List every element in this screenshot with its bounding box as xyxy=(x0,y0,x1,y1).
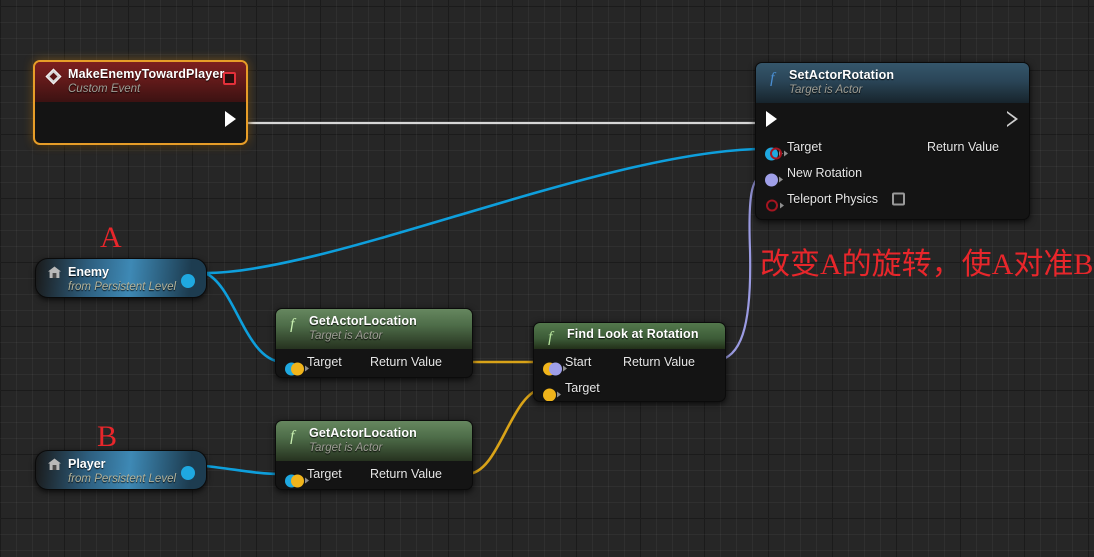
level-actor-house-icon xyxy=(47,457,62,472)
level-actor-house-icon xyxy=(47,265,62,280)
wire-player-to-getlocation-target xyxy=(204,464,283,476)
teleport-physics-checkbox[interactable] xyxy=(892,192,905,206)
node-body xyxy=(35,102,246,135)
varnode-title: Player xyxy=(68,457,106,471)
node-header: f SetActorRotation Target is Actor xyxy=(756,63,1029,103)
pin-label-return-value: Return Value xyxy=(622,355,695,369)
pin-label-target: Target xyxy=(307,467,342,481)
exec-output-pin[interactable] xyxy=(225,110,236,127)
function-f-icon: f xyxy=(286,427,303,445)
node-title: SetActorRotation xyxy=(789,68,895,82)
annotation-label-b: B xyxy=(97,420,118,453)
node-subtitle: Custom Event xyxy=(68,83,141,95)
exec-output-pin[interactable] xyxy=(1007,110,1018,127)
pin-label-return-value: Return Value xyxy=(369,467,442,481)
function-f-icon: f xyxy=(286,315,303,333)
pin-label-teleport-physics: Teleport Physics xyxy=(787,192,879,206)
node-get-actor-location-enemy[interactable]: f GetActorLocation Target is Actor Targe… xyxy=(275,308,473,378)
pin-row-teleport-physics: Teleport Physics xyxy=(756,186,1029,212)
node-find-look-at-rotation[interactable]: f Find Look at Rotation Start Return Val… xyxy=(533,322,726,402)
annotation-label-a: A xyxy=(100,221,122,254)
wire-location-to-findlook-target xyxy=(466,386,545,476)
svg-text:f: f xyxy=(290,316,297,332)
pin-label-start: Start xyxy=(565,355,592,369)
varnode-title: Enemy xyxy=(68,265,109,279)
target-input-pin[interactable] xyxy=(543,388,562,401)
node-body: Target Return Value xyxy=(276,349,472,375)
return-value-output-pin[interactable] xyxy=(291,362,310,375)
player-output-pin[interactable] xyxy=(181,466,195,480)
exec-input-pin[interactable] xyxy=(766,110,777,127)
pin-row-start: Start Return Value xyxy=(534,349,725,375)
node-body: Target Return Value New Rotation Telepor… xyxy=(756,103,1029,212)
pin-label-target: Target xyxy=(307,355,342,369)
pin-label-target: Target xyxy=(787,140,822,154)
blueprint-graph-canvas[interactable]: MakeEnemyTowardPlayer Custom Event f Set… xyxy=(0,0,1094,557)
node-get-actor-location-player[interactable]: f GetActorLocation Target is Actor Targe… xyxy=(275,420,473,490)
pin-label-new-rotation: New Rotation xyxy=(787,166,863,180)
wire-enemy-to-getlocation-target xyxy=(204,271,283,364)
pin-row-target: Target Return Value xyxy=(276,461,472,487)
node-header: MakeEnemyTowardPlayer Custom Event xyxy=(35,62,246,102)
pin-row-target: Target Return Value xyxy=(276,349,472,375)
node-body: Start Return Value Target xyxy=(534,349,725,401)
wire-enemy-to-setrotation-target xyxy=(204,147,761,275)
return-value-output-pin[interactable] xyxy=(769,147,788,160)
node-header: f Find Look at Rotation xyxy=(534,323,725,349)
node-custom-event-make-enemy-toward-player[interactable]: MakeEnemyTowardPlayer Custom Event xyxy=(33,60,248,145)
node-title: MakeEnemyTowardPlayer xyxy=(68,67,225,81)
return-value-output-pin[interactable] xyxy=(291,474,310,487)
function-f-icon: f xyxy=(544,328,561,346)
exec-row xyxy=(756,103,1029,134)
annotation-comment: 改变A的旋转，使A对准B xyxy=(760,248,1094,281)
pin-row-target: Target xyxy=(534,375,725,401)
node-subtitle: Target is Actor xyxy=(309,442,383,454)
event-diamond-icon xyxy=(45,68,62,85)
node-title: GetActorLocation xyxy=(309,314,417,328)
node-enemy-reference[interactable]: Enemy from Persistent Level xyxy=(35,258,207,298)
pin-label-target: Target xyxy=(565,381,600,395)
svg-text:f: f xyxy=(548,329,555,345)
return-value-output-pin[interactable] xyxy=(549,362,568,375)
svg-text:f: f xyxy=(770,70,777,86)
function-f-icon: f xyxy=(766,69,783,87)
node-header: f GetActorLocation Target is Actor xyxy=(276,421,472,461)
new-rotation-input-pin[interactable] xyxy=(765,173,784,186)
svg-text:f: f xyxy=(290,428,297,444)
enemy-output-pin[interactable] xyxy=(181,274,195,288)
pin-row-new-rotation: New Rotation xyxy=(756,160,1029,186)
teleport-physics-input-pin[interactable] xyxy=(765,199,784,212)
node-title: GetActorLocation xyxy=(309,426,417,440)
delegate-output-pin[interactable] xyxy=(223,72,236,85)
varnode-subtitle: from Persistent Level xyxy=(68,473,177,485)
pin-row-target: Target Return Value xyxy=(756,134,1029,160)
varnode-subtitle: from Persistent Level xyxy=(68,281,177,293)
node-body: Target Return Value xyxy=(276,461,472,487)
node-title: Find Look at Rotation xyxy=(567,327,699,341)
node-subtitle: Target is Actor xyxy=(309,330,383,342)
node-subtitle: Target is Actor xyxy=(789,84,863,96)
pin-label-return-value: Return Value xyxy=(926,140,999,154)
node-set-actor-rotation[interactable]: f SetActorRotation Target is Actor Targe… xyxy=(755,62,1030,220)
node-header: f GetActorLocation Target is Actor xyxy=(276,309,472,349)
pin-label-return-value: Return Value xyxy=(369,355,442,369)
node-player-reference[interactable]: Player from Persistent Level xyxy=(35,450,207,490)
